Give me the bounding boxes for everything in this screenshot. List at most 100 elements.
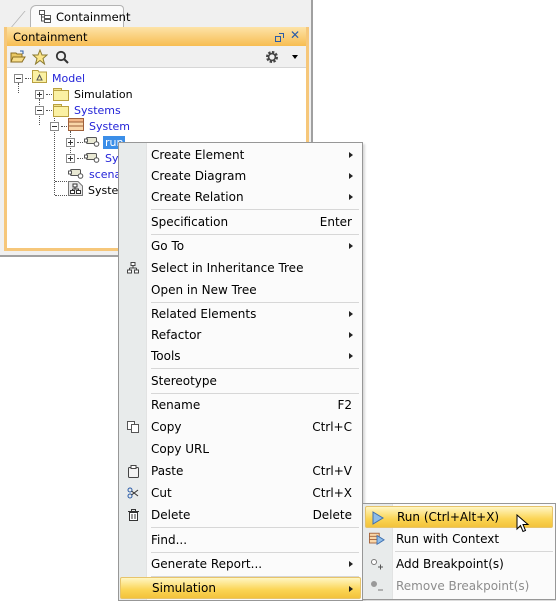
menu-item-label: Stereotype — [151, 374, 217, 388]
expand-icon[interactable] — [66, 153, 75, 163]
submenu-arrow-icon — [349, 332, 353, 338]
close-icon[interactable]: ✕ — [290, 29, 300, 41]
menu-item-rename[interactable]: Rename F2 — [121, 394, 360, 416]
submenu-arrow-icon — [349, 353, 353, 359]
menu-item-label: Copy URL — [151, 442, 210, 456]
menu-item-shortcut: F2 — [337, 398, 352, 412]
restore-icon[interactable] — [274, 31, 284, 42]
menu-item-label: Cut — [151, 486, 172, 500]
menu-item-related-elements[interactable]: Related Elements — [121, 303, 360, 325]
menu-item-label: Open in New Tree — [151, 283, 257, 297]
menu-item-label: Select in Inheritance Tree — [151, 261, 304, 275]
tree-node-label: System — [89, 119, 131, 133]
submenu-arrow-icon — [349, 194, 353, 200]
menu-item-open-in-new-tree[interactable]: Open in New Tree — [121, 279, 360, 301]
gear-icon[interactable] — [264, 49, 280, 65]
submenu-arrow-icon — [349, 173, 353, 179]
menu-item-copy-url[interactable]: Copy URL — [121, 438, 360, 460]
menu-item-specification[interactable]: Specification Enter — [121, 211, 360, 233]
menu-item-create-element[interactable]: Create Element — [121, 144, 360, 166]
simulation-config-icon — [68, 167, 84, 182]
gear-dropdown-icon[interactable] — [292, 55, 298, 59]
mouse-cursor-icon — [516, 513, 530, 537]
expand-icon[interactable] — [66, 137, 75, 147]
panel-toolbar — [7, 46, 306, 68]
inheritance-tree-icon — [125, 260, 141, 276]
block-icon — [68, 118, 84, 134]
menu-item-delete[interactable]: Delete Delete — [121, 504, 360, 526]
submenu-arrow-icon — [349, 243, 353, 249]
menu-item-label: Simulation — [152, 581, 216, 595]
cut-icon — [125, 485, 141, 501]
search-icon[interactable] — [54, 49, 70, 65]
simulation-config-icon — [84, 151, 100, 166]
menu-item-generate-report[interactable]: Generate Report... — [121, 553, 360, 575]
menu-item-label: Remove Breakpoint(s) — [396, 579, 530, 593]
menu-item-add-breakpoints[interactable]: Add Breakpoint(s) — [365, 553, 553, 575]
tree-node-run[interactable]: run — [66, 134, 126, 150]
run-with-context-icon — [369, 531, 385, 547]
menu-item-stereotype[interactable]: Stereotype — [121, 370, 360, 392]
menu-item-label: Delete — [151, 508, 191, 522]
menu-item-label: Related Elements — [151, 307, 257, 321]
menu-item-shortcut: Enter — [319, 215, 352, 229]
collapse-icon[interactable] — [14, 73, 23, 83]
remove-breakpoint-icon — [369, 578, 385, 594]
delete-icon — [125, 507, 141, 523]
open-folder-icon[interactable] — [10, 49, 26, 65]
tab-strip: Containment — [0, 0, 311, 27]
tree-node-label: Simulation — [74, 87, 133, 101]
menu-item-label: Create Diagram — [151, 169, 247, 183]
collapse-icon[interactable] — [35, 105, 44, 115]
menu-item-label: Run with Context — [396, 532, 500, 546]
menu-item-shortcut: Ctrl+X — [312, 486, 352, 500]
menu-item-find[interactable]: Find... — [121, 529, 360, 551]
menu-item-label: Refactor — [151, 328, 202, 342]
tab-label: Containment — [56, 9, 131, 24]
menu-item-label: Create Relation — [151, 190, 244, 204]
diagram-icon — [68, 181, 83, 199]
menu-item-label: Copy — [151, 420, 182, 434]
menu-separator — [395, 551, 553, 552]
menu-item-create-relation[interactable]: Create Relation — [121, 186, 360, 208]
menu-item-label: Go To — [151, 239, 185, 253]
menu-item-paste[interactable]: Paste Ctrl+V — [121, 460, 360, 482]
panel-title-bar: Containment ✕ — [7, 27, 306, 46]
folder-icon — [53, 88, 69, 101]
tab-containment[interactable]: Containment — [30, 5, 130, 27]
expand-icon[interactable] — [35, 89, 44, 99]
tree-node-system-block[interactable]: System — [50, 118, 132, 134]
add-breakpoint-icon — [369, 556, 385, 572]
tree-line — [55, 195, 69, 196]
menu-item-label: Tools — [151, 349, 181, 363]
menu-item-simulation[interactable]: Simulation — [120, 577, 361, 599]
menu-item-shortcut: Ctrl+C — [312, 420, 352, 434]
tree-node-model[interactable]: Model — [14, 70, 87, 86]
tree-node-label: Model — [52, 71, 86, 85]
menu-item-select-in-inheritance-tree[interactable]: Select in Inheritance Tree — [121, 257, 360, 279]
panel-title: Containment — [13, 29, 88, 44]
menu-item-cut[interactable]: Cut Ctrl+X — [121, 482, 360, 504]
menu-item-label: Find... — [151, 533, 188, 547]
collapse-icon[interactable] — [50, 121, 59, 131]
menu-item-copy[interactable]: Copy Ctrl+C — [121, 416, 360, 438]
paste-icon — [125, 463, 141, 479]
containment-tree-icon — [39, 10, 51, 23]
menu-item-shortcut: Delete — [312, 508, 352, 522]
menu-item-label: Paste — [151, 464, 184, 478]
tree-node-simulation[interactable]: Simulation — [35, 86, 135, 102]
menu-item-label: Generate Report... — [151, 557, 263, 571]
menu-item-remove-breakpoints[interactable]: Remove Breakpoint(s) — [365, 575, 553, 597]
menu-item-tools[interactable]: Tools — [121, 345, 360, 367]
tree-line — [55, 181, 69, 182]
menu-item-label: Specification — [151, 215, 229, 229]
star-icon[interactable] — [32, 48, 48, 65]
model-package-icon — [32, 70, 47, 86]
submenu-arrow-icon — [349, 561, 353, 567]
menu-item-create-diagram[interactable]: Create Diagram — [121, 165, 360, 187]
menu-item-go-to[interactable]: Go To — [121, 235, 360, 257]
tree-node-systems[interactable]: Systems — [35, 102, 123, 118]
menu-item-label: Create Element — [151, 148, 245, 162]
menu-item-label: Run (Ctrl+Alt+X) — [397, 510, 500, 524]
menu-item-refactor[interactable]: Refactor — [121, 324, 360, 346]
